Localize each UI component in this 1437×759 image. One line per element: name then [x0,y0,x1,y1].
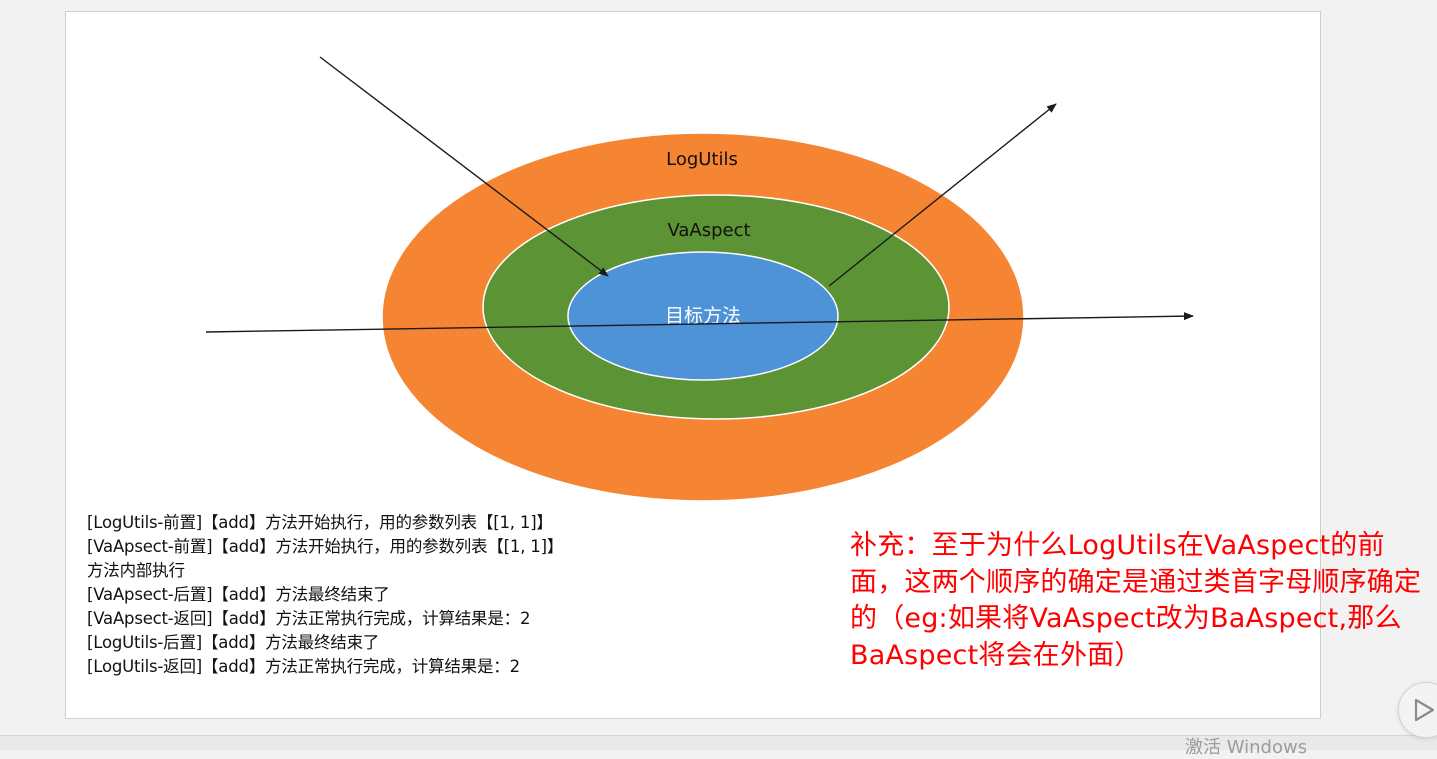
log-line: [VaApsect-返回]【add】方法正常执行完成，计算结果是：2 [87,609,531,628]
play-button[interactable] [1398,682,1437,738]
log-line: [LogUtils-后置]【add】方法最终结束了 [87,633,380,652]
log-line: [LogUtils-返回]【add】方法正常执行完成，计算结果是：2 [87,657,520,676]
middle-label: VaAspect [667,220,750,241]
play-icon [1414,698,1435,722]
aop-diagram: LogUtils VaAspect 目标方法 [205,56,1194,502]
log-line: [VaApsect-后置]【add】方法最终结束了 [87,585,390,604]
log-output: [LogUtils-前置]【add】方法开始执行，用的参数列表【[1, 1]】 … [87,511,563,679]
log-line: 方法内部执行 [87,561,185,580]
outer-label: LogUtils [666,149,738,170]
log-line: [VaApsect-前置]【add】方法开始执行，用的参数列表【[1, 1]】 [87,537,564,556]
supplement-note: 补充：至于为什么LogUtils在VaAspect的前面，这两个顺序的确定是通过… [850,530,1422,671]
log-line: [LogUtils-前置]【add】方法开始执行，用的参数列表【[1, 1]】 [87,513,553,532]
activate-windows-watermark: 激活 Windows [1185,737,1308,758]
